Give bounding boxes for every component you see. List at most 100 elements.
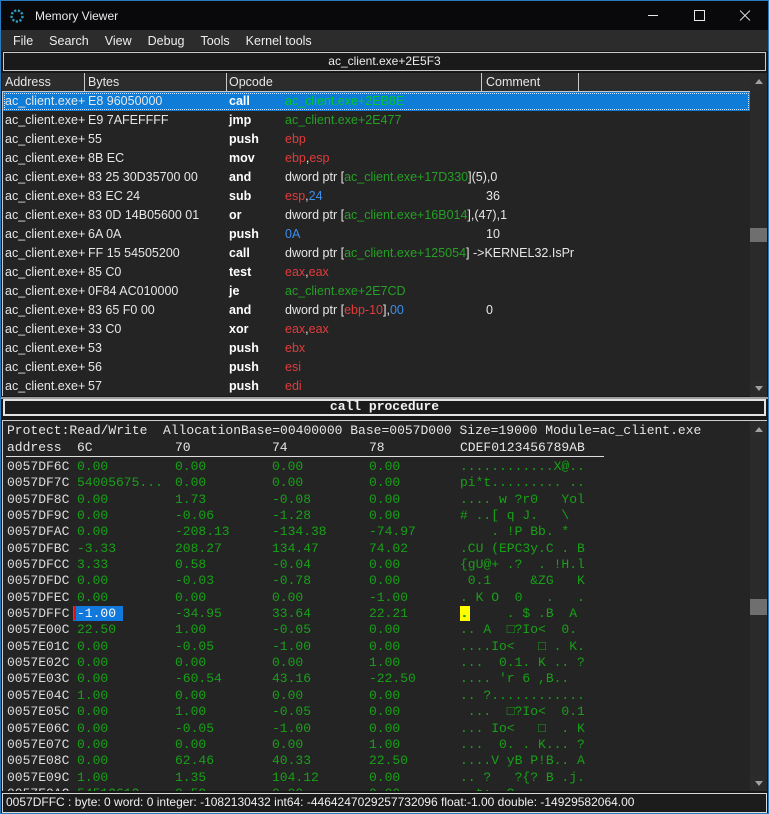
hex-value[interactable]: 0.00: [272, 737, 303, 752]
hex-value[interactable]: 74.02: [369, 541, 408, 556]
memory-view-scrollbar[interactable]: [750, 421, 767, 791]
column-header-comment[interactable]: Comment: [486, 75, 540, 89]
memory-row[interactable]: 0057E00C 22.50 1.00 -0.05 0.00 .. A □?Io…: [3, 622, 749, 638]
disasm-row[interactable]: ac_client.exe+ 85 C0 test eax,eax: [3, 263, 750, 282]
disasm-row[interactable]: ac_client.exe+ E8 96050000 call ac_clien…: [3, 92, 750, 111]
hex-value[interactable]: 0.00: [369, 622, 400, 637]
column-separator[interactable]: [481, 73, 482, 91]
memory-row[interactable]: 0057DF7C 54005675... 0.00 0.00 0.00 pi*t…: [3, 475, 749, 491]
scroll-down-button[interactable]: [750, 775, 767, 791]
scroll-down-button[interactable]: [750, 380, 767, 397]
hex-value[interactable]: 0.00: [369, 688, 400, 703]
scroll-up-button[interactable]: [750, 421, 767, 438]
hex-value[interactable]: -22.50: [369, 671, 416, 686]
hex-value[interactable]: 1.00: [175, 704, 206, 719]
hex-value[interactable]: 0.00: [175, 737, 206, 752]
hex-value[interactable]: 104.12: [272, 770, 319, 785]
hex-value[interactable]: 0.58: [175, 557, 206, 572]
hex-value[interactable]: 0.00: [77, 704, 108, 719]
disasm-row[interactable]: ac_client.exe+ 83 EC 24 sub esp,24 36: [3, 187, 750, 206]
column-separator[interactable]: [84, 73, 85, 91]
hex-value[interactable]: 1.00: [369, 655, 400, 670]
disasm-row[interactable]: ac_client.exe+ FF 15 54505200 call dword…: [3, 244, 750, 263]
disasm-row[interactable]: ac_client.exe+ 33 C0 xor eax,eax: [3, 320, 750, 339]
hex-value[interactable]: -1.00: [272, 639, 311, 654]
menu-item-debug[interactable]: Debug: [140, 33, 193, 49]
hex-value[interactable]: -208.13: [175, 524, 230, 539]
hex-value[interactable]: 0.00: [369, 721, 400, 736]
hex-value[interactable]: 0.00: [369, 573, 400, 588]
hex-value[interactable]: 3.33: [77, 557, 108, 572]
disasm-row[interactable]: ac_client.exe+ 83 25 30D35700 00 and dwo…: [3, 168, 750, 187]
hex-value[interactable]: -0.03: [175, 573, 214, 588]
hex-value[interactable]: 22.50: [77, 622, 116, 637]
hex-value[interactable]: 1.00: [175, 622, 206, 637]
hex-value[interactable]: 33.64: [272, 606, 311, 621]
hex-value[interactable]: -0.04: [272, 557, 311, 572]
hex-value[interactable]: -74.97: [369, 524, 416, 539]
hex-value[interactable]: -1.00: [369, 590, 408, 605]
hex-value[interactable]: 0.00: [369, 639, 400, 654]
disasm-row[interactable]: ac_client.exe+ 6A 0A push 0A 10: [3, 225, 750, 244]
maximize-button[interactable]: [676, 1, 722, 30]
hex-value[interactable]: 0.00: [77, 573, 108, 588]
memory-row[interactable]: 0057E07C 0.00 0.00 0.00 1.00 ... 0. . K.…: [3, 737, 749, 753]
hex-value[interactable]: 0.00: [77, 655, 108, 670]
menu-item-file[interactable]: File: [5, 33, 41, 49]
hex-value[interactable]: 1.00: [369, 737, 400, 752]
hex-value[interactable]: -0.06: [175, 508, 214, 523]
hex-value[interactable]: 134.47: [272, 541, 319, 556]
hex-value[interactable]: 0.00: [77, 753, 108, 768]
memory-row[interactable]: 0057E05C 0.00 1.00 -0.05 0.00 ... □?Io< …: [3, 704, 749, 720]
scrollbar-thumb[interactable]: [750, 228, 767, 242]
close-button[interactable]: [722, 1, 768, 30]
hex-value[interactable]: 0.00: [175, 475, 206, 490]
hex-value[interactable]: -34.95: [175, 606, 222, 621]
disasm-row[interactable]: ac_client.exe+ E9 7AFEFFFF jmp ac_client…: [3, 111, 750, 130]
minimize-button[interactable]: [630, 1, 676, 30]
hex-value[interactable]: 22.21: [369, 606, 408, 621]
hex-value[interactable]: -0.05: [272, 704, 311, 719]
hex-value[interactable]: 54005675...: [77, 475, 163, 490]
column-header-bytes[interactable]: Bytes: [88, 75, 119, 89]
hex-value[interactable]: -134.38: [272, 524, 327, 539]
memory-row[interactable]: 0057DF9C 0.00 -0.06 -1.28 0.00 # ..[ q J…: [3, 508, 749, 524]
hex-value[interactable]: 1.00: [77, 688, 108, 703]
hex-value[interactable]: 0.00: [272, 786, 303, 791]
memory-row[interactable]: 0057E02C 0.00 0.00 0.00 1.00 ... 0.1. K …: [3, 655, 749, 671]
hex-value[interactable]: 0.00: [272, 459, 303, 474]
hex-value[interactable]: 0.00: [175, 459, 206, 474]
hex-value[interactable]: 0.00: [272, 655, 303, 670]
disasm-row[interactable]: ac_client.exe+ 0F84 AC010000 je ac_clien…: [3, 282, 750, 301]
hex-value[interactable]: 40.33: [272, 753, 311, 768]
memory-row[interactable]: 0057DFFC -1.00 -34.95 33.64 22.21 .. . $…: [3, 606, 749, 622]
hex-value[interactable]: 0.00: [77, 508, 108, 523]
memory-row[interactable]: 0057E06C 0.00 -0.05 -1.00 0.00 ... Io< □…: [3, 721, 749, 737]
hex-value[interactable]: 0.00: [77, 524, 108, 539]
memory-row[interactable]: 0057DF8C 0.00 1.73 -0.08 0.00 .... w ?r0…: [3, 492, 749, 508]
column-separator[interactable]: [226, 73, 227, 91]
hex-value[interactable]: 0.00: [77, 590, 108, 605]
hex-value[interactable]: 22.50: [369, 753, 408, 768]
hex-value[interactable]: 0.00: [369, 770, 400, 785]
memory-row[interactable]: 0057E04C 1.00 0.00 0.00 0.00 .. ?.......…: [3, 688, 749, 704]
hex-value[interactable]: -1.00: [272, 721, 311, 736]
scroll-up-button[interactable]: [750, 73, 767, 90]
menu-item-view[interactable]: View: [97, 33, 140, 49]
hex-value[interactable]: 0.00: [77, 492, 108, 507]
disasm-row[interactable]: ac_client.exe+ 8B EC mov ebp,esp: [3, 149, 750, 168]
disasm-row[interactable]: ac_client.exe+ 56 push esi: [3, 358, 750, 377]
hex-value[interactable]: 208.27: [175, 541, 222, 556]
hex-value[interactable]: 0.00: [175, 655, 206, 670]
hex-value[interactable]: -0.08: [272, 492, 311, 507]
disasm-row[interactable]: ac_client.exe+ 53 push ebx: [3, 339, 750, 358]
hex-value[interactable]: -0.05: [175, 721, 214, 736]
hex-value[interactable]: 0.00: [77, 671, 108, 686]
scrollbar-thumb[interactable]: [750, 599, 767, 615]
title-bar[interactable]: Memory Viewer: [1, 1, 768, 30]
hex-value[interactable]: 62.46: [175, 753, 214, 768]
menu-item-kernel-tools[interactable]: Kernel tools: [238, 33, 320, 49]
memory-row[interactable]: 0057E09C 1.00 1.35 104.12 0.00 .. ? ?{? …: [3, 770, 749, 786]
disasm-row[interactable]: ac_client.exe+ 57 push edi: [3, 377, 750, 396]
hex-value[interactable]: -0.78: [272, 573, 311, 588]
